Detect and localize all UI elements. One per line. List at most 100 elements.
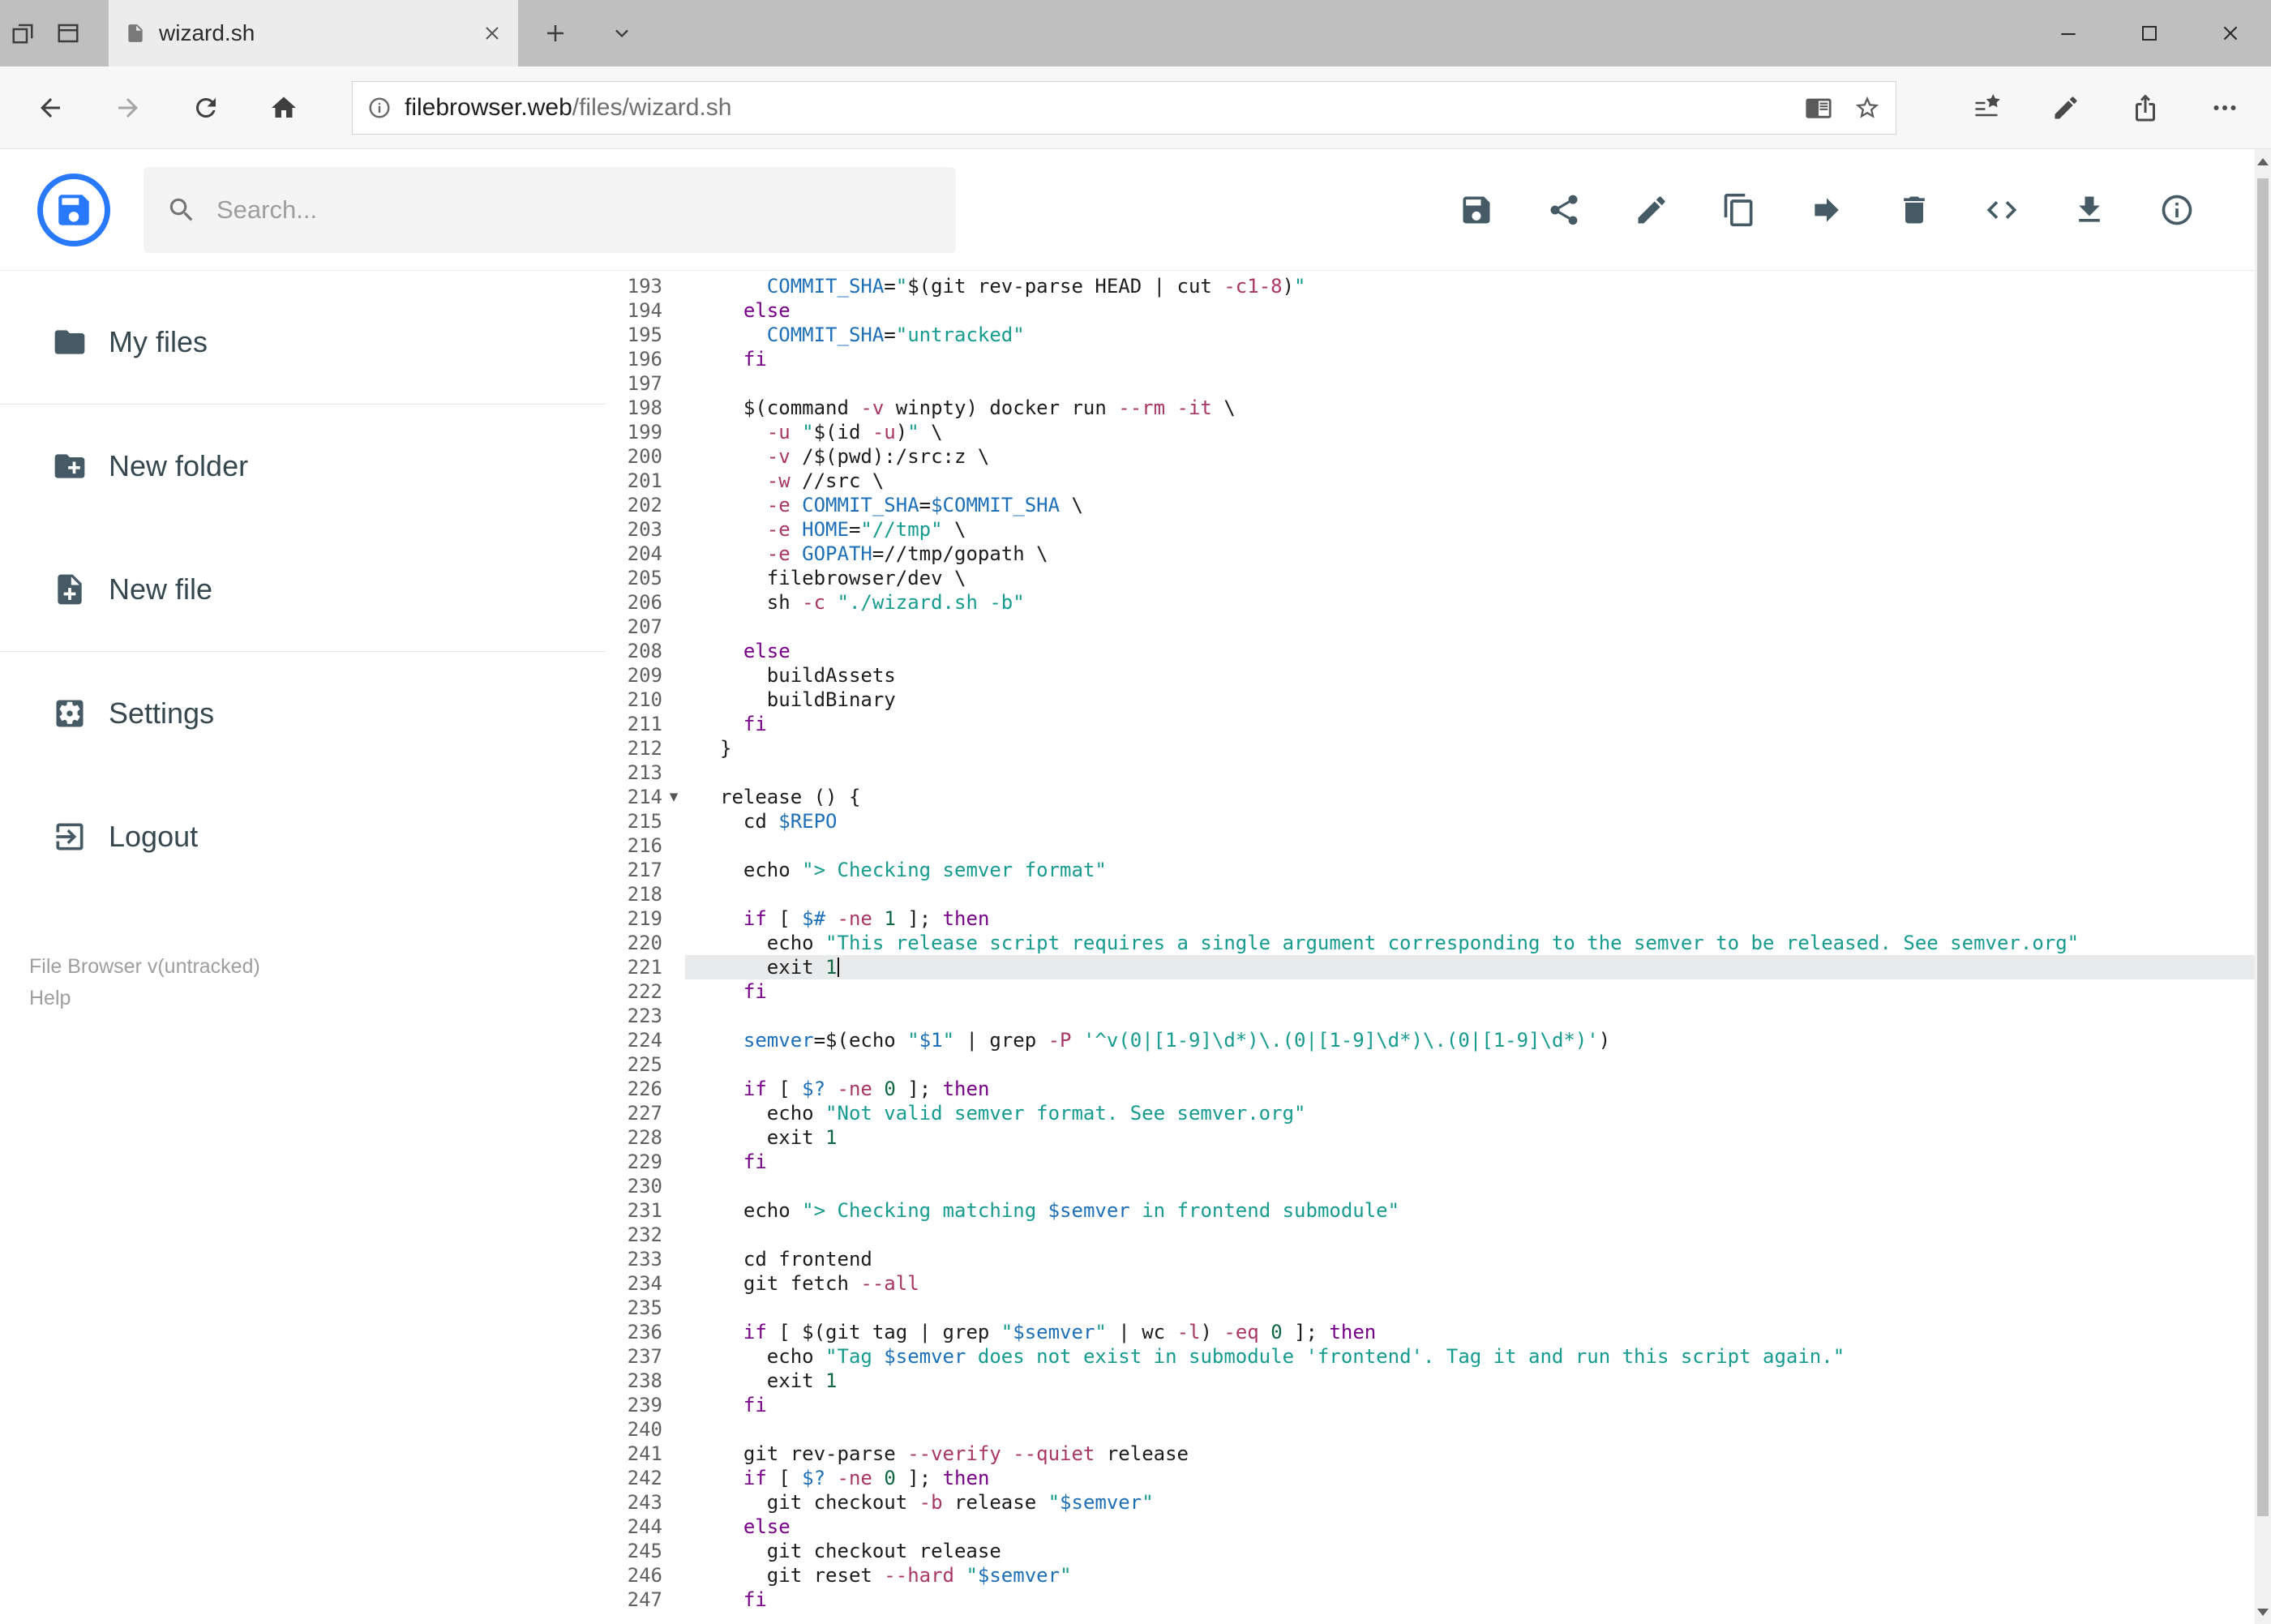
tabs-aside-icon[interactable]: [0, 0, 45, 66]
code-line[interactable]: 214 ▾ release () {: [606, 785, 2271, 809]
sidebar-item-new-file[interactable]: New file: [0, 528, 606, 651]
code-line[interactable]: 225: [606, 1052, 2271, 1077]
code-line[interactable]: 194 else: [606, 298, 2271, 323]
code-line[interactable]: 241 git rev-parse --verify --quiet relea…: [606, 1442, 2271, 1466]
code-line[interactable]: 207: [606, 615, 2271, 639]
close-icon[interactable]: [2190, 0, 2271, 66]
code-line[interactable]: 212}: [606, 736, 2271, 761]
new-tab-button[interactable]: [533, 0, 578, 66]
tab-close-icon[interactable]: [482, 24, 502, 43]
code-line[interactable]: 211 fi: [606, 712, 2271, 736]
code-line[interactable]: 228 exit 1: [606, 1125, 2271, 1150]
sidebar-item-logout[interactable]: Logout: [0, 775, 606, 898]
save-icon[interactable]: [1459, 192, 1494, 228]
code-line[interactable]: 203 -e HOME="//tmp" \: [606, 517, 2271, 542]
code-line[interactable]: 238 exit 1: [606, 1369, 2271, 1393]
code-line[interactable]: 245 git checkout release: [606, 1539, 2271, 1563]
move-icon[interactable]: [1809, 192, 1845, 228]
code-line[interactable]: 236 if [ $(git tag | grep "$semver" | wc…: [606, 1320, 2271, 1344]
home-icon[interactable]: [245, 69, 323, 147]
sidebar-item-my-files[interactable]: My files: [0, 281, 606, 404]
copy-icon[interactable]: [1721, 192, 1757, 228]
browser-tab[interactable]: wizard.sh: [109, 0, 518, 66]
code-line[interactable]: 208 else: [606, 639, 2271, 663]
code-line[interactable]: 218: [606, 882, 2271, 906]
code-line[interactable]: 233 cd frontend: [606, 1247, 2271, 1271]
code-line[interactable]: 206 sh -c "./wizard.sh -b": [606, 590, 2271, 615]
code-line[interactable]: 230: [606, 1174, 2271, 1198]
share-icon[interactable]: [1546, 192, 1582, 228]
sidebar-item-settings[interactable]: Settings: [0, 652, 606, 775]
search-box[interactable]: [144, 166, 956, 253]
hub-icon[interactable]: [1947, 69, 2026, 147]
info-icon[interactable]: [2159, 192, 2195, 228]
code-line[interactable]: 229 fi: [606, 1150, 2271, 1174]
forward-icon[interactable]: [89, 69, 167, 147]
code-line[interactable]: 219 if [ $# -ne 1 ]; then: [606, 906, 2271, 931]
code-line[interactable]: 243 git checkout -b release "$semver": [606, 1490, 2271, 1515]
code-line[interactable]: 193 COMMIT_SHA="$(git rev-parse HEAD | c…: [606, 274, 2271, 298]
code-line[interactable]: 199 -u "$(id -u)" \: [606, 420, 2271, 444]
code-line[interactable]: 217 echo "> Checking semver format": [606, 858, 2271, 882]
code-line[interactable]: 244 else: [606, 1515, 2271, 1539]
code-line[interactable]: 221 exit 1: [606, 955, 2271, 979]
code-line[interactable]: 246 git reset --hard "$semver": [606, 1563, 2271, 1588]
code-line[interactable]: 223: [606, 1004, 2271, 1028]
code-line[interactable]: 215 cd $REPO: [606, 809, 2271, 833]
page-info-icon[interactable]: [367, 96, 392, 120]
minimize-icon[interactable]: [2028, 0, 2109, 66]
code-line[interactable]: 237 echo "Tag $semver does not exist in …: [606, 1344, 2271, 1369]
reading-view-icon[interactable]: [1805, 94, 1832, 122]
back-icon[interactable]: [11, 69, 89, 147]
code-line[interactable]: 235: [606, 1296, 2271, 1320]
code-line[interactable]: 205 filebrowser/dev \: [606, 566, 2271, 590]
more-icon[interactable]: [2185, 69, 2265, 147]
download-icon[interactable]: [2072, 192, 2107, 228]
code-line[interactable]: 202 -e COMMIT_SHA=$COMMIT_SHA \: [606, 493, 2271, 517]
code-line[interactable]: 216: [606, 833, 2271, 858]
code-line[interactable]: 226 if [ $? -ne 0 ]; then: [606, 1077, 2271, 1101]
code-line[interactable]: 239 fi: [606, 1393, 2271, 1417]
fold-arrow-icon[interactable]: ▾: [662, 785, 685, 809]
code-line[interactable]: 195 COMMIT_SHA="untracked": [606, 323, 2271, 347]
filebrowser-logo[interactable]: [37, 173, 110, 246]
code-line[interactable]: 232: [606, 1223, 2271, 1247]
tab-preview-icon[interactable]: [45, 0, 91, 66]
code-line[interactable]: 242 if [ $? -ne 0 ]; then: [606, 1466, 2271, 1490]
code-line[interactable]: 227 echo "Not valid semver format. See s…: [606, 1101, 2271, 1125]
code-line[interactable]: 209 buildAssets: [606, 663, 2271, 688]
scroll-down-icon[interactable]: [2257, 1609, 2269, 1616]
delete-icon[interactable]: [1896, 192, 1932, 228]
code-line[interactable]: 231 echo "> Checking matching $semver in…: [606, 1198, 2271, 1223]
code-line[interactable]: 240: [606, 1417, 2271, 1442]
code-line[interactable]: 200 -v /$(pwd):/src:z \: [606, 444, 2271, 469]
refresh-icon[interactable]: [167, 69, 245, 147]
code-line[interactable]: 222 fi: [606, 979, 2271, 1004]
code-line[interactable]: 220 echo "This release script requires a…: [606, 931, 2271, 955]
edit-icon[interactable]: [1634, 192, 1669, 228]
search-input[interactable]: [216, 195, 906, 225]
favorite-star-icon[interactable]: [1853, 94, 1881, 122]
code-line[interactable]: 210 buildBinary: [606, 688, 2271, 712]
code-line[interactable]: 204 -e GOPATH=//tmp/gopath \: [606, 542, 2271, 566]
code-line[interactable]: 197: [606, 371, 2271, 396]
ink-icon[interactable]: [2026, 69, 2106, 147]
code-line[interactable]: 198 $(command -v winpty) docker run --rm…: [606, 396, 2271, 420]
code-editor[interactable]: 193 COMMIT_SHA="$(git rev-parse HEAD | c…: [606, 271, 2271, 1624]
scrollbar-thumb[interactable]: [2257, 178, 2269, 1516]
tab-preview-chevron-icon[interactable]: [599, 0, 645, 66]
code-line[interactable]: 247 fi: [606, 1588, 2271, 1612]
code-icon[interactable]: [1984, 192, 2020, 228]
scroll-up-icon[interactable]: [2255, 149, 2271, 174]
code-line[interactable]: 196 fi: [606, 347, 2271, 371]
help-link[interactable]: Help: [29, 987, 606, 1010]
share-icon[interactable]: [2106, 69, 2185, 147]
code-line[interactable]: 234 git fetch --all: [606, 1271, 2271, 1296]
maximize-icon[interactable]: [2109, 0, 2190, 66]
sidebar-item-new-folder[interactable]: New folder: [0, 405, 606, 528]
code-line[interactable]: 201 -w //src \: [606, 469, 2271, 493]
code-line[interactable]: 213: [606, 761, 2271, 785]
browser-scrollbar[interactable]: [2255, 149, 2271, 1624]
address-bar[interactable]: filebrowser.web/files/wizard.sh: [352, 80, 1896, 135]
code-line[interactable]: 224 semver=$(echo "$1" | grep -P '^v(0|[…: [606, 1028, 2271, 1052]
